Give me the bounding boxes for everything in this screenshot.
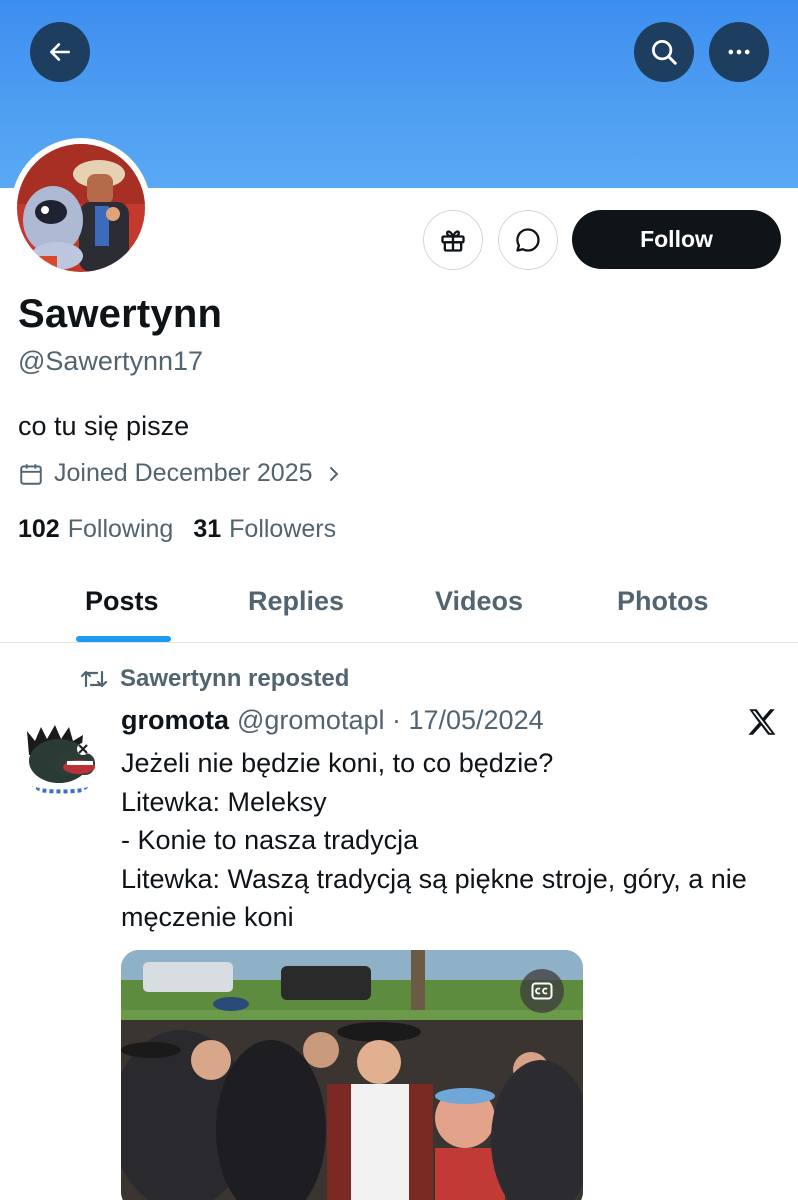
profile-tabs: Posts Replies Videos Photos xyxy=(0,572,798,643)
arrow-left-icon xyxy=(50,43,70,61)
post-header: gromota @gromotapl · 17/05/2024 xyxy=(121,705,544,736)
gift-icon xyxy=(441,230,465,252)
following-count: 102 xyxy=(18,515,60,543)
joined-date: Joined December 2025 xyxy=(54,459,313,487)
message-bubble-icon xyxy=(516,228,540,252)
repost-label: Sawertynn reposted xyxy=(120,665,350,692)
follow-stats: 102 Following 31 Followers xyxy=(18,515,356,544)
display-name: Sawertynn xyxy=(18,292,223,336)
profile-avatar[interactable] xyxy=(11,138,151,278)
post-author-avatar[interactable] xyxy=(17,709,105,797)
calendar-icon xyxy=(20,463,42,485)
followers-count: 31 xyxy=(193,515,222,543)
tab-posts[interactable]: Posts xyxy=(85,586,159,617)
following-label: Following xyxy=(67,515,174,543)
post-author-name[interactable]: gromota xyxy=(121,705,229,736)
message-button[interactable] xyxy=(498,210,558,270)
closed-captions-icon xyxy=(531,982,553,1000)
back-button[interactable] xyxy=(30,22,90,82)
avatar-image xyxy=(17,144,145,272)
repost-indicator[interactable]: Sawertynn reposted xyxy=(80,665,349,693)
repost-icon xyxy=(80,670,108,688)
tab-videos[interactable]: Videos xyxy=(435,586,523,617)
search-button[interactable] xyxy=(634,22,694,82)
post-line: Jeżeli nie będzie koni, to co będzie? xyxy=(121,748,554,778)
active-tab-indicator xyxy=(76,636,171,642)
x-logo-icon[interactable] xyxy=(745,705,779,739)
post-line: Litewka: Meleksy xyxy=(121,786,327,817)
followers-label: Followers xyxy=(229,515,337,543)
following-link[interactable]: 102 Following xyxy=(18,515,173,544)
follow-button[interactable]: Follow xyxy=(572,210,781,269)
gift-button[interactable] xyxy=(423,210,483,270)
closed-captions-button[interactable] xyxy=(520,969,564,1013)
post-video[interactable] xyxy=(121,950,583,1200)
joined-date-row[interactable]: Joined December 2025 xyxy=(18,459,343,488)
chevron-right-icon xyxy=(329,466,338,481)
more-horizontal-icon xyxy=(728,49,750,55)
post-line: - Konie to nasza tradycja xyxy=(121,825,419,855)
profile-bio: co tu się pisze xyxy=(18,411,190,441)
post-text: Jeżeli nie będzie koni, to co będzie? Li… xyxy=(121,744,786,937)
search-icon xyxy=(652,40,677,65)
post-line: Litewka: Waszą tradycją są piękne stroje… xyxy=(121,863,747,933)
followers-link[interactable]: 31 Followers xyxy=(193,515,336,544)
tab-photos[interactable]: Photos xyxy=(617,586,709,617)
tab-replies[interactable]: Replies xyxy=(248,586,344,617)
profile-handle: @Sawertynn17 xyxy=(18,346,204,376)
post-handle-date[interactable]: @gromotapl · 17/05/2024 xyxy=(237,705,544,736)
more-options-button[interactable] xyxy=(709,22,769,82)
